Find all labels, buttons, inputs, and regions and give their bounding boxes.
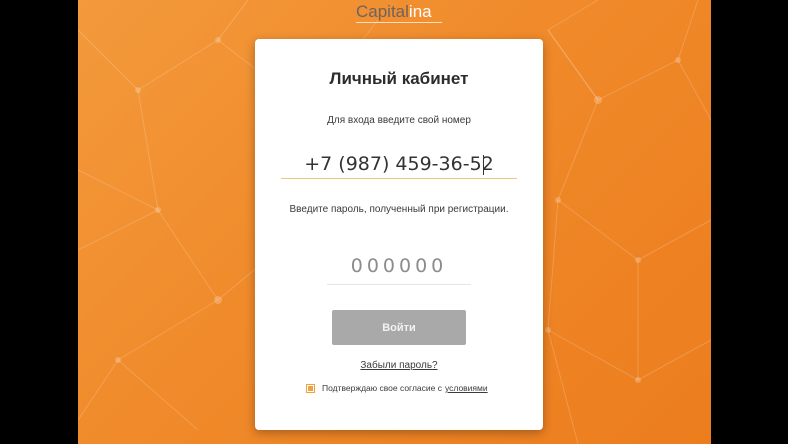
phone-input[interactable]	[281, 149, 517, 179]
consent-checkbox[interactable]	[306, 383, 315, 393]
terms-link[interactable]: условиями	[445, 383, 488, 393]
brand-logo-part1: Capital	[356, 2, 409, 21]
login-card: Личный кабинет Для входа введите свой но…	[255, 39, 543, 430]
consent-text: Подтверждаю свое согласие с	[322, 383, 442, 393]
brand-logo-part2: ina	[408, 2, 432, 21]
checkbox-check-mark	[308, 385, 313, 391]
text-caret	[483, 155, 484, 175]
login-title: Личный кабинет	[329, 69, 469, 88]
brand-logo-underline	[356, 22, 442, 23]
password-code-input[interactable]	[327, 247, 471, 285]
phone-hint: Для входа введите свой номер	[327, 115, 471, 126]
forgot-password-link[interactable]: Забыли пароль?	[255, 360, 543, 371]
password-hint: Введите пароль, полученный при регистрац…	[289, 204, 509, 215]
consent-row: Подтверждаю свое согласие с условиями	[306, 383, 488, 393]
login-button[interactable]: Войти	[332, 310, 466, 345]
brand-logo: Capitalina	[356, 2, 432, 22]
